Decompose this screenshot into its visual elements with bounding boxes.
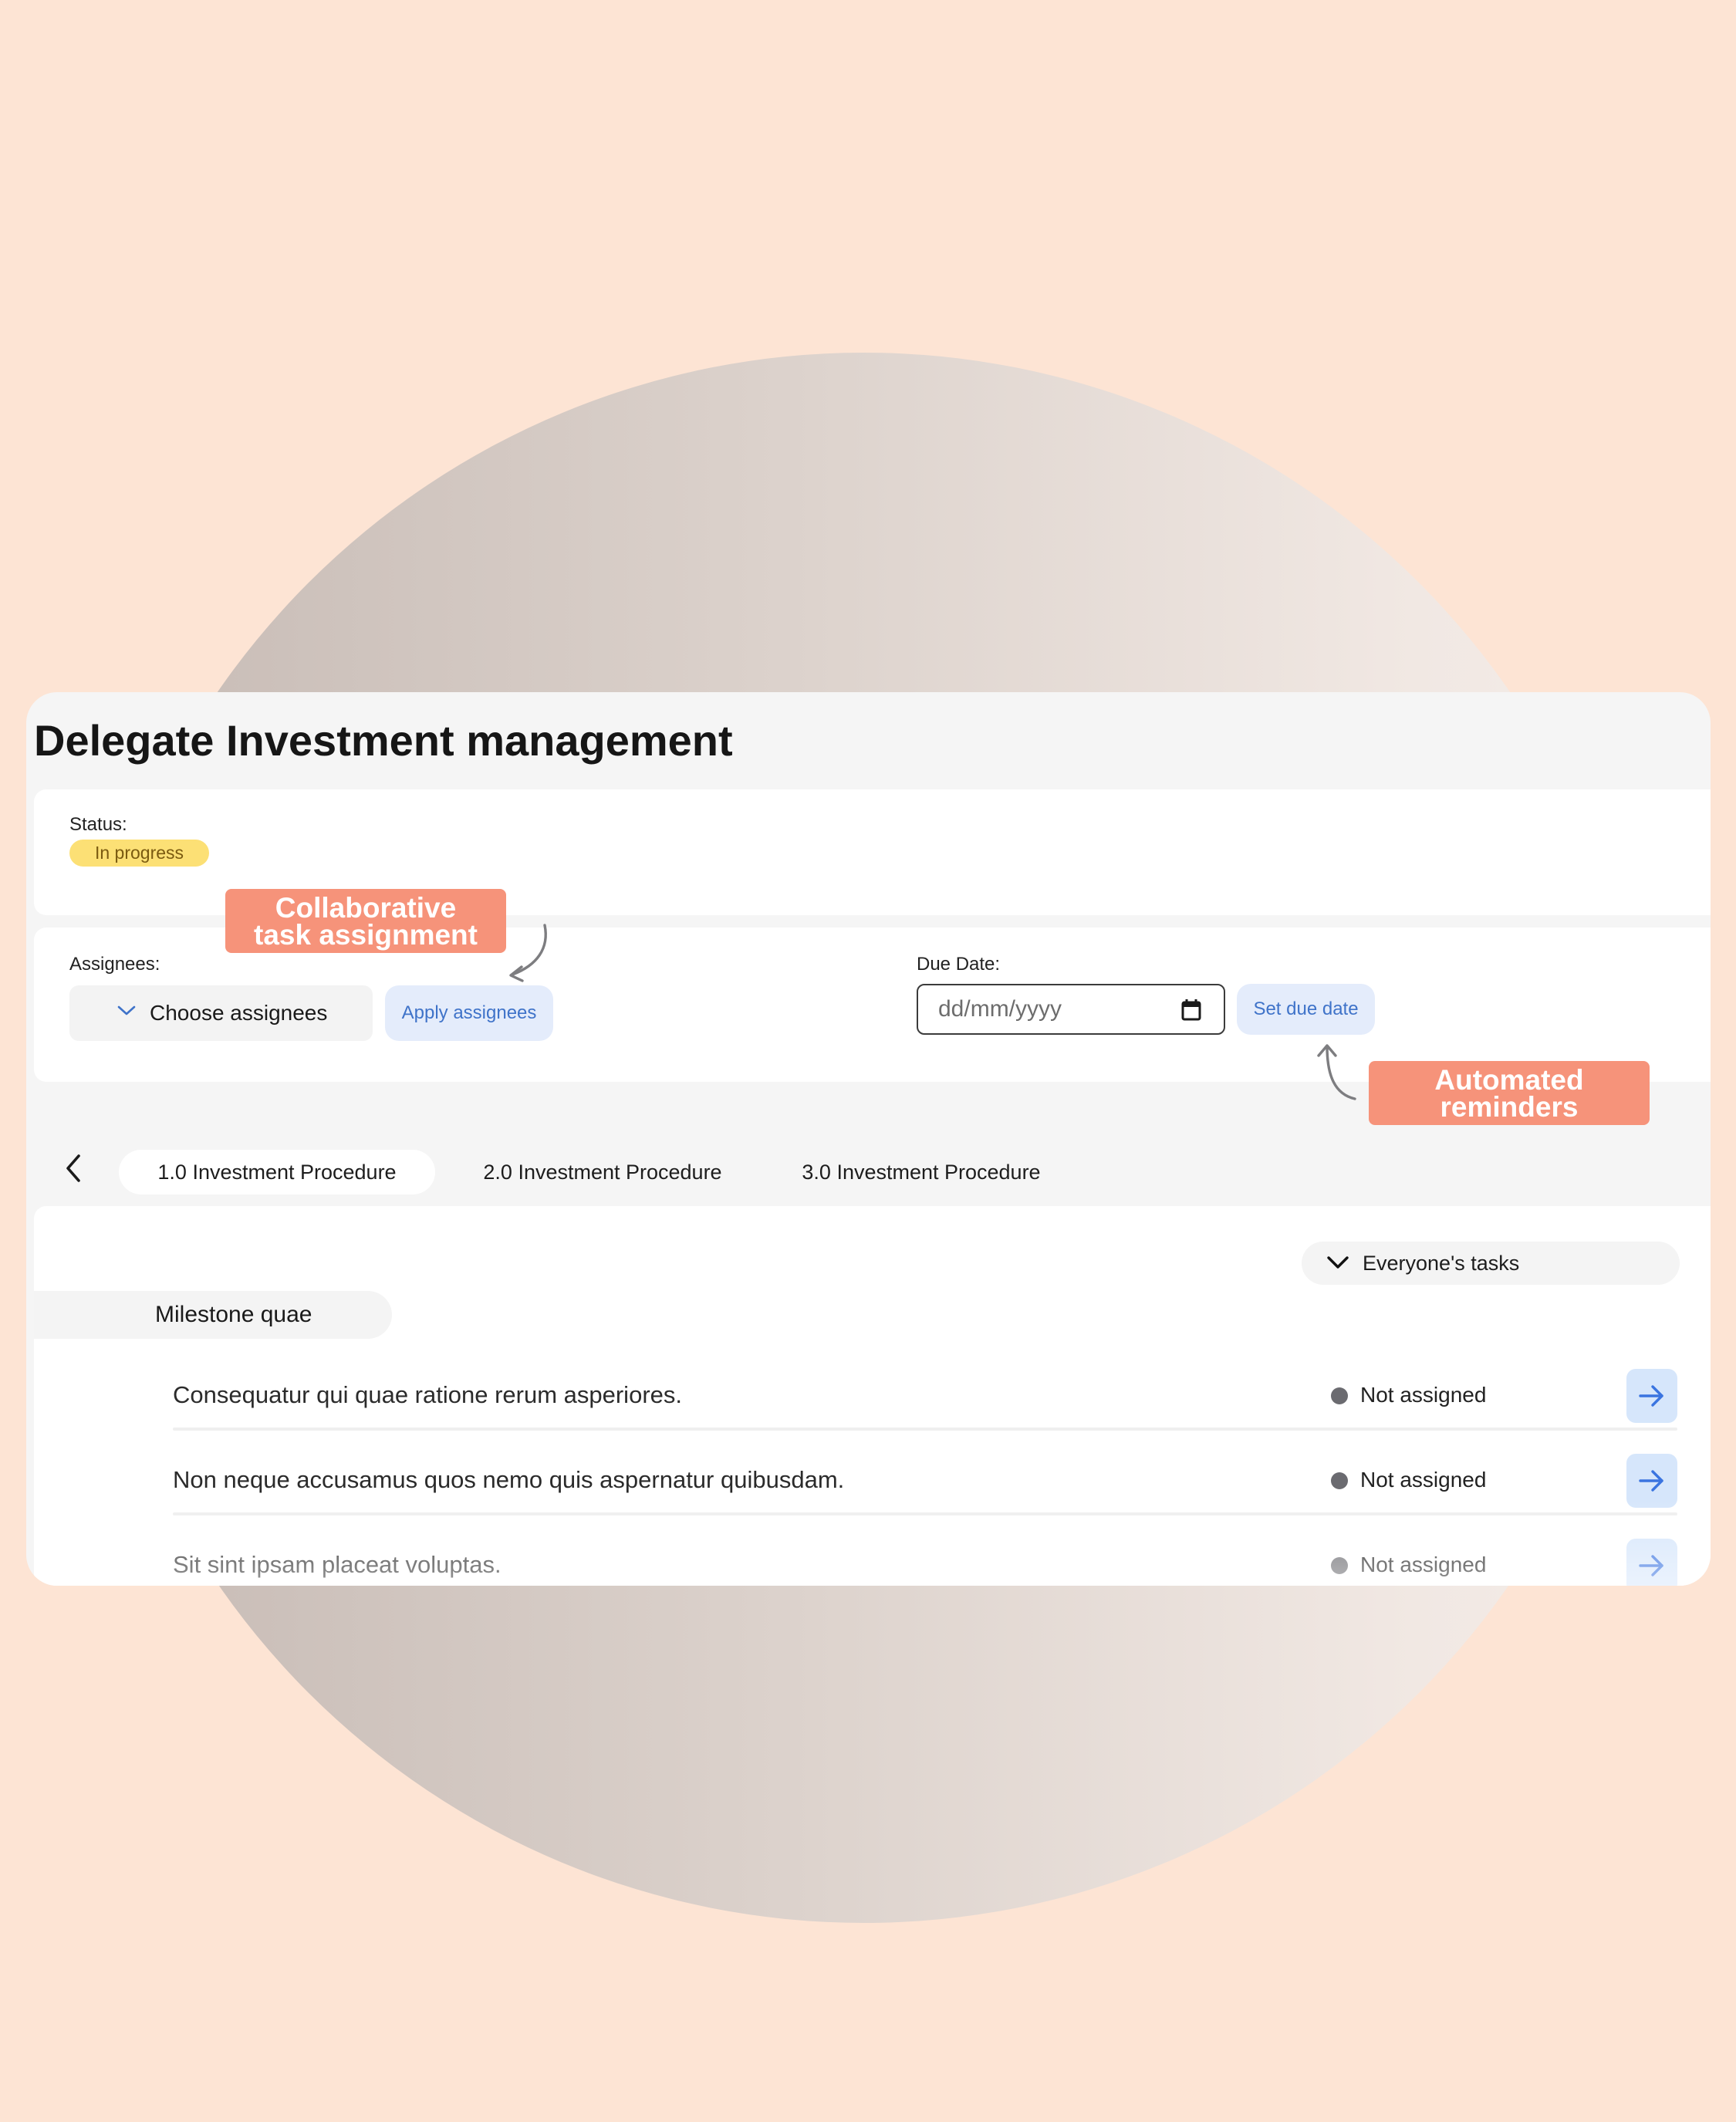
task-title: Non neque accusamus quos nemo quis asper… [173, 1466, 845, 1493]
callout-line: task assignment [254, 918, 478, 951]
status-badge: In progress [69, 840, 209, 867]
status-dot [1331, 1387, 1348, 1404]
chevron-down-icon [1327, 1256, 1349, 1269]
open-task-button[interactable] [1626, 1539, 1677, 1586]
curved-arrow-icon [1317, 1044, 1356, 1100]
chevron-left-icon[interactable] [59, 1153, 90, 1184]
open-task-button[interactable] [1626, 1454, 1677, 1508]
apply-assignees-button[interactable]: Apply assignees [385, 985, 553, 1041]
task-window: Delegate Investment management Status: I… [26, 692, 1711, 1586]
callout-line: Collaborative [275, 891, 457, 924]
task-row[interactable]: Consequatur qui quae ratione rerum asper… [34, 1365, 1711, 1450]
chevron-down-icon [117, 1005, 136, 1015]
callout-automated-reminders: Automated reminders [1369, 1061, 1650, 1125]
page-title: Delegate Investment management [34, 715, 733, 765]
status-label: Status: [69, 814, 127, 835]
assignees-select-label: Choose assignees [150, 1001, 328, 1025]
callout-collaborative-assignment: Collaborative task assignment [225, 889, 506, 953]
task-row[interactable]: Sit sint ipsam placeat voluptas. Not ass… [34, 1535, 1711, 1586]
task-title: Sit sint ipsam placeat voluptas. [173, 1551, 502, 1578]
callout-line: reminders [1440, 1090, 1579, 1123]
assignees-label: Assignees: [69, 954, 160, 975]
page: Delegate Investment management Status: I… [0, 0, 1736, 2122]
task-filter-dropdown[interactable]: Everyone's tasks [1302, 1242, 1680, 1285]
assignees-select[interactable]: Choose assignees [69, 985, 373, 1041]
tab-procedure-3[interactable]: 3.0 Investment Procedure [775, 1150, 1068, 1194]
due-date-label: Due Date: [917, 954, 1001, 975]
arrow-right-icon [1639, 1385, 1663, 1407]
callout-line: Automated [1434, 1063, 1584, 1096]
row-divider [173, 1428, 1677, 1431]
due-date-placeholder: dd/mm/yyyy [938, 996, 1062, 1022]
row-divider [173, 1512, 1677, 1515]
calendar-icon[interactable] [1180, 998, 1202, 1022]
arrow-right-icon [1639, 1470, 1663, 1492]
task-status: Not assigned [1360, 1383, 1487, 1407]
open-task-button[interactable] [1626, 1369, 1677, 1423]
task-list-panel: Everyone's tasks Milestone quae Consequa… [34, 1206, 1711, 1586]
status-dot [1331, 1557, 1348, 1574]
task-row[interactable]: Non neque accusamus quos nemo quis asper… [34, 1450, 1711, 1535]
arrow-right-icon [1639, 1555, 1663, 1576]
task-filter-label: Everyone's tasks [1363, 1251, 1520, 1275]
set-due-date-button[interactable]: Set due date [1237, 984, 1375, 1035]
status-dot [1331, 1472, 1348, 1489]
task-status: Not assigned [1360, 1553, 1487, 1576]
task-status: Not assigned [1360, 1468, 1487, 1492]
due-date-input[interactable]: dd/mm/yyyy [917, 984, 1225, 1035]
milestone-header[interactable]: Milestone quae [34, 1291, 392, 1339]
tab-procedure-2[interactable]: 2.0 Investment Procedure [458, 1150, 747, 1194]
task-title: Consequatur qui quae ratione rerum asper… [173, 1381, 682, 1408]
tab-procedure-1[interactable]: 1.0 Investment Procedure [119, 1150, 435, 1194]
curved-arrow-icon [509, 924, 547, 982]
procedure-tabs: 1.0 Investment Procedure 2.0 Investment … [26, 1136, 1711, 1201]
